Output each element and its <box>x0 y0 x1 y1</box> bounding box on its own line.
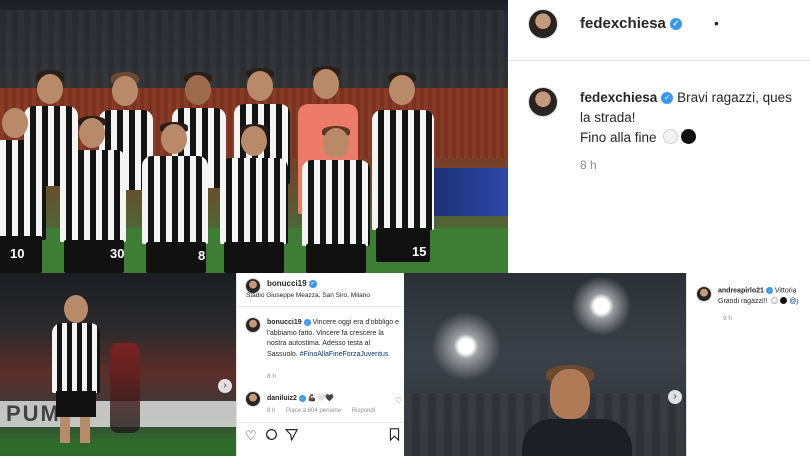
verified-badge-icon: ✓ <box>308 279 317 288</box>
reply-username[interactable]: daniluiz2 <box>267 395 297 402</box>
player <box>218 124 290 273</box>
post-time: 8 h <box>267 373 277 380</box>
white-circle-icon <box>663 129 679 144</box>
post-location[interactable]: Stadio Giuseppe Meazza, San Siro, Milano <box>246 292 370 299</box>
comment-time: 9 h <box>723 315 733 322</box>
verified-badge-icon: ✓ <box>661 92 674 105</box>
post-actions: ♡ <box>245 428 401 444</box>
shirt-number: 30 <box>110 246 125 261</box>
heart-icon[interactable]: ♡ <box>395 396 402 405</box>
reply-time: 8 h <box>267 408 276 414</box>
divider <box>237 422 405 423</box>
comment-avatar[interactable] <box>245 317 261 333</box>
post-header-username[interactable]: fedexchiesa ✓ <box>580 15 682 32</box>
more-dots-icon[interactable]: • <box>714 15 719 31</box>
heart-icon[interactable]: ♡ <box>245 428 257 444</box>
post-header-username[interactable]: bonucci19 ✓ <box>267 279 317 288</box>
instagram-post-bonucci: bonucci19 ✓ Stadio Giuseppe Meazza, San S… <box>236 273 405 456</box>
comment-text: Vittoria <box>774 287 797 295</box>
verified-badge-icon: ✓ <box>303 318 311 326</box>
next-arrow-icon[interactable]: › <box>218 379 232 393</box>
comment-avatar[interactable] <box>528 87 558 117</box>
divider <box>237 306 405 307</box>
black-circle-icon <box>681 129 697 144</box>
hashtag-link[interactable]: #FinoAllaFineForzaJuventus <box>300 351 389 358</box>
collage: 10 30 8 15 fedexchiesa ✓ • fedexchiesa ✓… <box>0 0 810 456</box>
bookmark-icon[interactable] <box>389 428 400 445</box>
white-circle-icon <box>771 297 779 304</box>
black-circle-icon <box>780 297 788 304</box>
opponent-player <box>110 343 140 433</box>
caption-username[interactable]: bonucci19 <box>267 319 302 326</box>
post-caption: fedexchiesa ✓ Bravi ragazzi, ques la stra… <box>580 88 810 148</box>
mention-link[interactable]: @j <box>789 298 798 305</box>
reply-text: 💪🏿🤍🖤 <box>307 395 335 402</box>
instagram-post-chiesa: fedexchiesa ✓ • fedexchiesa ✓ Bravi ragazz… <box>508 0 810 273</box>
verified-badge-icon: ✓ <box>669 18 682 31</box>
reply-avatar[interactable] <box>245 391 261 407</box>
share-icon[interactable] <box>285 428 298 445</box>
caption-line-2: la strada! <box>580 110 636 125</box>
player-bonucci <box>48 295 108 445</box>
username-text[interactable]: fedexchiesa <box>580 15 666 32</box>
bonucci-photo: PUM › <box>0 273 236 456</box>
comment-line-1: andreapirlo21 ✓ Vittoria <box>718 287 797 294</box>
verified-badge-icon: ✓ <box>765 287 773 294</box>
coach-pirlo <box>522 365 632 456</box>
avatar[interactable] <box>528 9 558 39</box>
reply-comment: daniluiz2 ✓ 💪🏿🤍🖤 <box>267 394 334 402</box>
shirt-number: 15 <box>412 244 427 259</box>
verified-badge-icon: ✓ <box>298 394 306 402</box>
pirlo-photo: › <box>404 273 686 456</box>
comment-line-2: Grandi ragazzi!! @j <box>718 297 798 305</box>
shirt-number: 8 <box>198 248 206 263</box>
instagram-comment-pirlo: andreapirlo21 ✓ Vittoria Grandi ragazzi!!… <box>686 273 810 456</box>
comment-username[interactable]: andreapirlo21 <box>718 287 764 294</box>
player: 10 <box>0 108 50 273</box>
player: 30 <box>58 116 128 273</box>
team-photo: 10 30 8 15 <box>0 0 508 273</box>
caption-username[interactable]: fedexchiesa <box>580 90 657 105</box>
player: 15 <box>300 126 426 273</box>
divider <box>508 60 810 61</box>
reply-meta: 8 h Piace a 604 persone Rispondi <box>267 408 384 414</box>
reply-likes[interactable]: Piace a 604 persone <box>286 408 341 414</box>
post-time: 8 h <box>580 158 597 172</box>
comment-icon[interactable] <box>265 428 278 445</box>
avatar[interactable] <box>696 286 712 302</box>
post-caption: bonucci19 ✓ Vincere oggi era d'obbligo e … <box>267 318 401 360</box>
player: 8 <box>140 122 210 273</box>
username-text[interactable]: bonucci19 <box>267 279 307 288</box>
shirt-number: 10 <box>10 246 25 261</box>
comment-text-2: Grandi ragazzi!! <box>718 298 768 305</box>
reply-button[interactable]: Rispondi <box>352 408 375 414</box>
player <box>370 72 436 262</box>
caption-line-1: Bravi ragazzi, ques <box>677 90 792 105</box>
caption-line-3: Fino alla fine <box>580 130 657 145</box>
next-arrow-icon[interactable]: › <box>668 390 682 404</box>
